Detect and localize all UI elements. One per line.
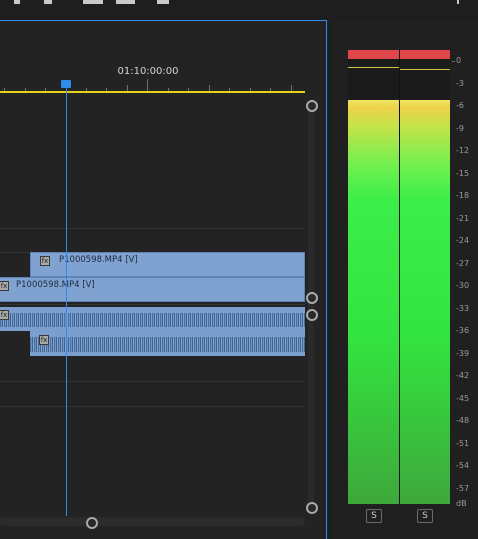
meter-bar-right (400, 100, 450, 504)
db-label: -54 (456, 461, 470, 470)
add-icon[interactable] (457, 0, 459, 4)
db-label: -39 (456, 349, 470, 358)
db-label: -27 (456, 259, 470, 268)
track-divider (0, 406, 305, 407)
toolbar (0, 0, 478, 20)
playhead-line[interactable] (65, 88, 67, 516)
fx-badge[interactable]: fx (39, 335, 49, 345)
fx-badge[interactable]: fx (0, 281, 9, 291)
db-label: dB (456, 499, 467, 508)
db-label: -33 (456, 304, 470, 313)
fx-badge[interactable]: fx (0, 310, 9, 320)
audio-clip-a2[interactable]: fx (30, 331, 305, 356)
video-clip-v1[interactable]: fx P1000598.MP4 [V] (0, 277, 305, 302)
db-label: -3 (456, 79, 464, 88)
peak-indicator-right[interactable] (400, 50, 450, 59)
db-label: -36 (456, 326, 470, 335)
db-label: -9 (456, 124, 464, 133)
db-label: -57 (456, 484, 470, 493)
db-label: -6 (456, 101, 464, 110)
scroll-knob[interactable] (306, 502, 318, 514)
toolbar-icon[interactable] (157, 0, 169, 4)
playhead-handle[interactable] (61, 80, 71, 88)
db-label: -21 (456, 214, 470, 223)
clip-name: P1000598.MP4 [V] (59, 255, 138, 265)
meter-divider (399, 50, 400, 504)
track-divider (0, 381, 305, 382)
db-label: -24 (456, 236, 470, 245)
scroll-knob[interactable] (306, 100, 318, 112)
audio-waveform (30, 337, 305, 352)
horizontal-scrollbar[interactable] (0, 517, 305, 526)
video-clip-v2[interactable]: fx P1000598.MP4 [V] (30, 252, 305, 277)
audio-clip-a1[interactable]: fx (0, 307, 305, 331)
solo-right-button[interactable]: S (417, 509, 433, 523)
toolbar-icon[interactable] (116, 0, 135, 4)
db-label: -42 (456, 371, 470, 380)
meter-bar-left (348, 100, 399, 504)
vertical-scrollbar[interactable] (308, 103, 314, 509)
db-label: -15 (456, 169, 470, 178)
ruler-timecode: 01:10:00:00 (117, 66, 179, 77)
db-label: -30 (456, 281, 470, 290)
toolbar-icon[interactable] (83, 0, 103, 4)
clip-name: P1000598.MP4 [V] (16, 280, 95, 290)
track-divider (0, 228, 305, 229)
db-label: -45 (456, 394, 470, 403)
fx-badge[interactable]: fx (40, 256, 50, 266)
db-tick (452, 61, 455, 62)
db-label: -12 (456, 146, 470, 155)
peak-hold-right (400, 69, 450, 70)
track-divider (0, 304, 305, 305)
toolbar-icon[interactable] (44, 0, 52, 4)
db-label: -51 (456, 439, 470, 448)
peak-hold-left (348, 67, 399, 68)
work-area-bar[interactable] (0, 91, 305, 93)
hscroll-knob[interactable] (86, 517, 98, 529)
db-label: -48 (456, 416, 470, 425)
audio-waveform (0, 313, 305, 327)
toolbar-icon[interactable] (14, 0, 20, 4)
peak-indicator-left[interactable] (348, 50, 399, 59)
db-label: 0 (456, 56, 462, 65)
solo-left-button[interactable]: S (366, 509, 382, 523)
scroll-knob[interactable] (306, 292, 318, 304)
db-label: -18 (456, 191, 470, 200)
scroll-knob[interactable] (306, 309, 318, 321)
